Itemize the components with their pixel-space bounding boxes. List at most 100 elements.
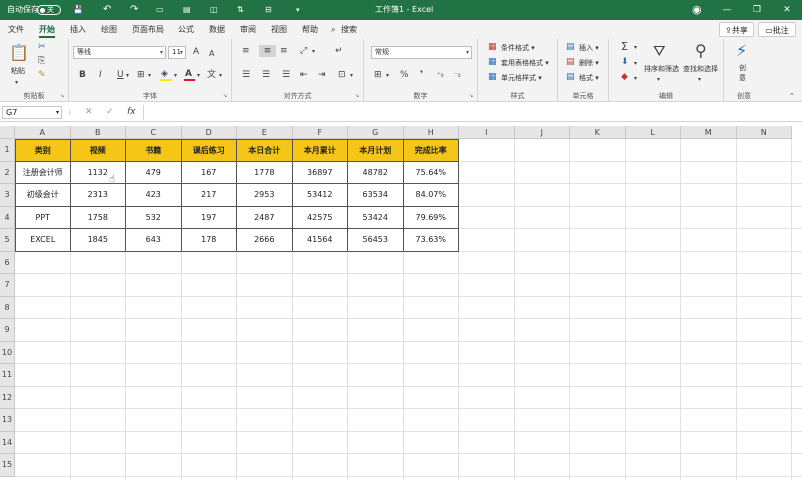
table-cell[interactable]: 41564: [292, 229, 348, 252]
phonetic-dropdown-icon[interactable]: ▾: [219, 70, 222, 81]
bold-button[interactable]: B: [79, 70, 86, 81]
table-cell[interactable]: 197: [181, 206, 237, 229]
delete-cells-button[interactable]: 删除 ▾: [579, 58, 599, 68]
merge-center-icon[interactable]: ⊡: [338, 70, 346, 81]
accounting-dropdown-icon[interactable]: ▾: [386, 70, 389, 81]
decrease-indent-icon[interactable]: ⇤: [300, 70, 308, 81]
table-cell[interactable]: 532: [126, 206, 182, 229]
sort-icon[interactable]: ⇅: [237, 0, 244, 20]
table-cell[interactable]: 73.63%: [403, 229, 459, 252]
conditional-format-button[interactable]: 条件格式 ▾: [501, 43, 535, 53]
align-top-icon[interactable]: ≡: [242, 46, 250, 57]
column-header-C[interactable]: C: [126, 126, 182, 139]
comments-button[interactable]: ▭批注: [758, 22, 796, 37]
table-header-cell[interactable]: 书籍: [126, 139, 182, 162]
undo-icon[interactable]: ↶: [103, 0, 111, 20]
cell-styles-button[interactable]: 单元格样式 ▾: [501, 73, 542, 83]
row-header-8[interactable]: 8: [0, 296, 15, 319]
find-select-button[interactable]: 查找和选择: [683, 64, 718, 74]
align-middle-icon[interactable]: ≡: [259, 45, 276, 57]
border-icon[interactable]: ⊞: [137, 70, 145, 81]
table-cell[interactable]: 217: [181, 184, 237, 207]
tab-draw[interactable]: 绘图: [101, 20, 117, 39]
align-left-icon[interactable]: ☰: [242, 70, 250, 81]
column-header-G[interactable]: G: [348, 126, 404, 139]
restore-button[interactable]: ❐: [742, 0, 772, 20]
table-cell[interactable]: 53412: [292, 184, 348, 207]
table-header-cell[interactable]: 完成比率: [403, 139, 459, 162]
underline-button[interactable]: U: [117, 70, 124, 81]
table-cell[interactable]: 2666: [237, 229, 293, 252]
search-icon[interactable]: ⌕: [331, 20, 335, 39]
column-header-N[interactable]: N: [736, 126, 792, 139]
formula-bar-grip-icon[interactable]: ⋮: [67, 107, 73, 118]
worksheet-grid[interactable]: A B C D E F G H I J K L M N 1 2 3 4 5 6 7 8 9 10 11 12 13 14 15 类别 视频书…: [0, 126, 802, 480]
select-all-corner[interactable]: [0, 126, 15, 139]
collapse-ribbon-icon[interactable]: ⌃: [789, 91, 795, 102]
row-header-2[interactable]: 2: [0, 161, 15, 184]
column-header-L[interactable]: L: [625, 126, 681, 139]
qat-more-icon[interactable]: ▾: [296, 0, 300, 20]
save-icon[interactable]: 💾: [73, 0, 83, 20]
font-color-dropdown-icon[interactable]: ▾: [197, 70, 200, 81]
table-cell[interactable]: 178: [181, 229, 237, 252]
customize-icon[interactable]: ◫: [210, 0, 218, 20]
row-header-10[interactable]: 10: [0, 341, 15, 364]
orientation-icon[interactable]: ⤢: [300, 46, 307, 57]
row-header-7[interactable]: 7: [0, 274, 15, 297]
format-as-table-button[interactable]: 套用表格格式 ▾: [501, 58, 549, 68]
alignment-launcher-icon[interactable]: ↘: [355, 91, 359, 102]
merge-dropdown-icon[interactable]: ▾: [350, 70, 353, 81]
view-icon[interactable]: ⊟: [265, 0, 272, 20]
name-box[interactable]: G7 ▾: [2, 106, 62, 119]
table-cell[interactable]: 2313: [70, 184, 126, 207]
font-size-combo[interactable]: 11 ▾: [168, 46, 186, 59]
row-header-4[interactable]: 4: [0, 206, 15, 229]
clear-dropdown-icon[interactable]: ▾: [634, 73, 637, 84]
print-preview-icon[interactable]: ▭: [156, 0, 164, 20]
tab-help[interactable]: 帮助: [302, 20, 318, 39]
sort-filter-dropdown-icon[interactable]: ▾: [657, 74, 660, 85]
italic-button[interactable]: I: [99, 70, 102, 81]
row-header-13[interactable]: 13: [0, 409, 15, 432]
table-cell[interactable]: 75.64%: [403, 161, 459, 184]
increase-decimal-icon[interactable]: ⁺₀: [437, 70, 444, 81]
tab-file[interactable]: 文件: [8, 20, 24, 39]
insert-function-icon[interactable]: fx: [127, 107, 136, 118]
table-cell[interactable]: 63534: [348, 184, 404, 207]
fill-icon[interactable]: ⬇: [621, 57, 629, 68]
table-cell[interactable]: 56453: [348, 229, 404, 252]
row-header-9[interactable]: 9: [0, 319, 15, 342]
formula-input[interactable]: [143, 105, 800, 120]
tab-insert[interactable]: 插入: [70, 20, 86, 39]
ideas-button[interactable]: 创 意: [739, 63, 746, 83]
fill-dropdown-icon-2[interactable]: ▾: [634, 58, 637, 69]
tab-view[interactable]: 视图: [271, 20, 287, 39]
align-center-icon[interactable]: ☰: [262, 70, 270, 81]
autosave-toggle[interactable]: 关: [37, 5, 61, 15]
cut-icon[interactable]: ✂: [38, 42, 46, 53]
table-cell[interactable]: PPT: [15, 206, 71, 229]
wrap-text-icon[interactable]: ↵: [335, 46, 343, 57]
close-button[interactable]: ✕: [772, 0, 802, 20]
paste-button[interactable]: 粘贴: [11, 66, 25, 76]
autosum-dropdown-icon[interactable]: ▾: [634, 42, 637, 53]
table-cell[interactable]: 167: [181, 161, 237, 184]
decrease-decimal-icon[interactable]: ⁻₀: [454, 70, 461, 81]
table-header-cell[interactable]: 本日合计: [237, 139, 293, 162]
tab-home[interactable]: 开始: [39, 20, 55, 39]
table-cell[interactable]: 48782: [348, 161, 404, 184]
clipboard-launcher-icon[interactable]: ↘: [60, 91, 64, 102]
table-cell[interactable]: 479: [126, 161, 182, 184]
comma-style-button[interactable]: ❜: [420, 70, 423, 81]
table-cell[interactable]: 84.07%: [403, 184, 459, 207]
align-bottom-icon[interactable]: ≡: [280, 46, 288, 57]
insert-cells-button[interactable]: 插入 ▾: [579, 43, 599, 53]
shrink-font-icon[interactable]: A: [209, 48, 214, 59]
column-header-K[interactable]: K: [570, 126, 626, 139]
table-header-cell[interactable]: 类别: [15, 139, 71, 162]
underline-dropdown-icon[interactable]: ▾: [126, 70, 129, 81]
table-cell[interactable]: 423: [126, 184, 182, 207]
row-header-11[interactable]: 11: [0, 364, 15, 387]
number-launcher-icon[interactable]: ↘: [469, 91, 473, 102]
